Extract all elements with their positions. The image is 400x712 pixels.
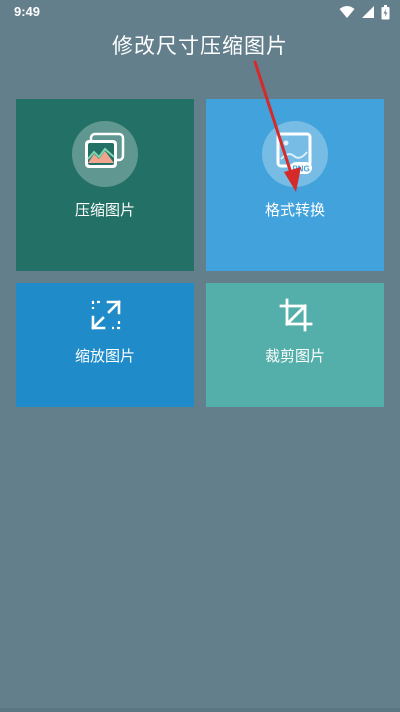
resize-arrows-icon <box>91 300 121 330</box>
status-bar: 9:49 <box>0 0 400 24</box>
bottom-strip <box>0 708 400 712</box>
image-stack-icon <box>85 132 125 168</box>
format-label: 格式转换 <box>264 201 325 219</box>
format-icon-circle: PNG <box>262 121 328 187</box>
scale-label: 缩放图片 <box>74 347 135 365</box>
scale-image-tile[interactable]: 缩放图片 <box>16 283 194 407</box>
png-label: PNG <box>292 165 309 174</box>
status-time: 9:49 <box>14 4 41 19</box>
format-convert-tile[interactable]: PNG 格式转换 <box>206 99 384 271</box>
signal-icon <box>362 6 374 18</box>
page-title: 修改尺寸压缩图片 <box>112 34 288 58</box>
crop-image-tile[interactable]: 裁剪图片 <box>206 283 384 407</box>
compress-label: 压缩图片 <box>74 201 135 219</box>
compress-icon-circle <box>72 121 138 187</box>
png-format-icon: PNG <box>276 132 312 174</box>
battery-icon <box>381 4 390 19</box>
crop-label: 裁剪图片 <box>264 347 325 365</box>
wifi-icon <box>339 6 355 18</box>
status-icons <box>339 4 390 20</box>
compress-image-tile[interactable]: 压缩图片 <box>16 99 194 271</box>
crop-icon <box>279 298 313 332</box>
